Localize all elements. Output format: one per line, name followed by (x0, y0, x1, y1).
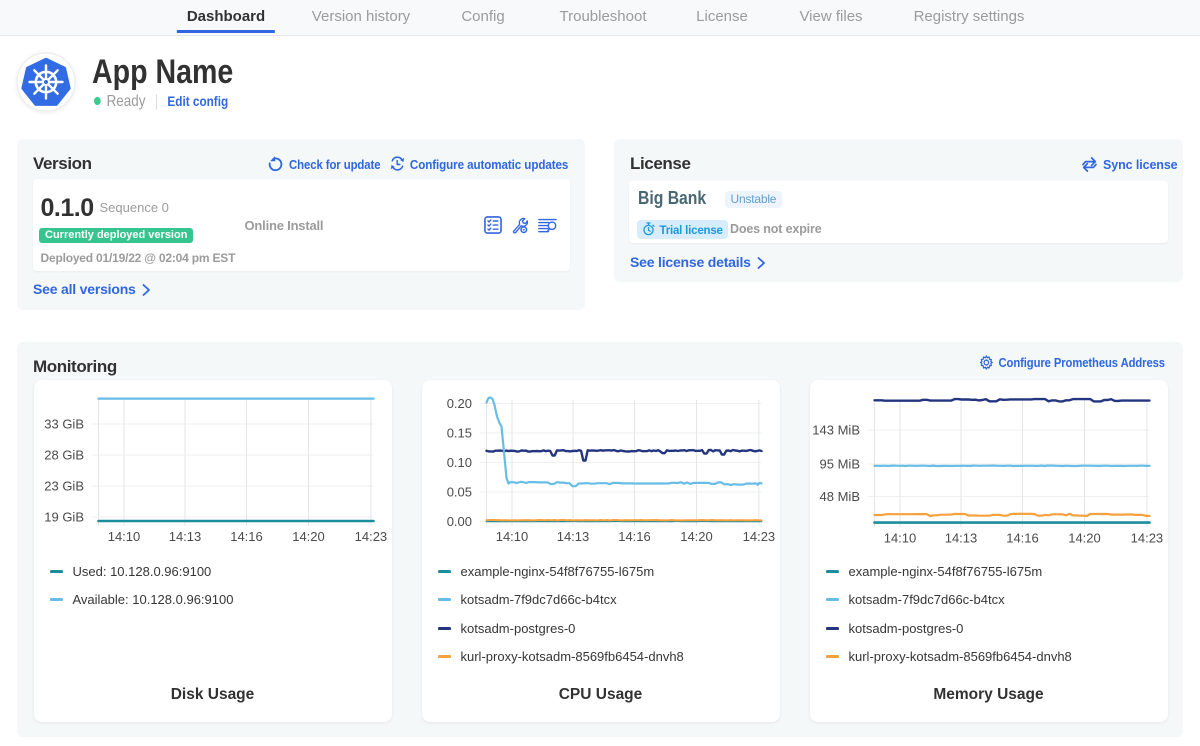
svg-text:143 MiB: 143 MiB (812, 423, 860, 438)
svg-text:14:10: 14:10 (107, 529, 140, 544)
svg-text:14:13: 14:13 (556, 529, 589, 544)
svg-text:14:23: 14:23 (1130, 531, 1163, 546)
svg-text:14:16: 14:16 (1006, 531, 1039, 546)
svg-text:14:20: 14:20 (1068, 531, 1101, 546)
svg-text:0.20: 0.20 (446, 396, 471, 411)
svg-text:0.00: 0.00 (446, 514, 471, 529)
svg-text:14:13: 14:13 (168, 529, 201, 544)
svg-text:0.10: 0.10 (446, 455, 471, 470)
svg-text:14:23: 14:23 (742, 529, 775, 544)
svg-text:0.15: 0.15 (446, 426, 471, 441)
svg-text:28 GiB: 28 GiB (44, 448, 84, 463)
svg-text:33 GiB: 33 GiB (44, 417, 84, 432)
svg-text:14:20: 14:20 (292, 529, 325, 544)
svg-text:14:16: 14:16 (618, 529, 651, 544)
svg-text:14:13: 14:13 (944, 531, 977, 546)
svg-text:14:20: 14:20 (680, 529, 713, 544)
svg-text:14:10: 14:10 (883, 531, 916, 546)
svg-text:95 MiB: 95 MiB (819, 457, 859, 472)
svg-text:14:23: 14:23 (354, 529, 387, 544)
svg-text:48 MiB: 48 MiB (819, 489, 859, 504)
svg-text:0.05: 0.05 (446, 485, 471, 500)
svg-text:23 GiB: 23 GiB (44, 479, 84, 494)
svg-text:14:16: 14:16 (230, 529, 263, 544)
svg-text:19 GiB: 19 GiB (44, 510, 84, 525)
svg-text:14:10: 14:10 (495, 529, 528, 544)
